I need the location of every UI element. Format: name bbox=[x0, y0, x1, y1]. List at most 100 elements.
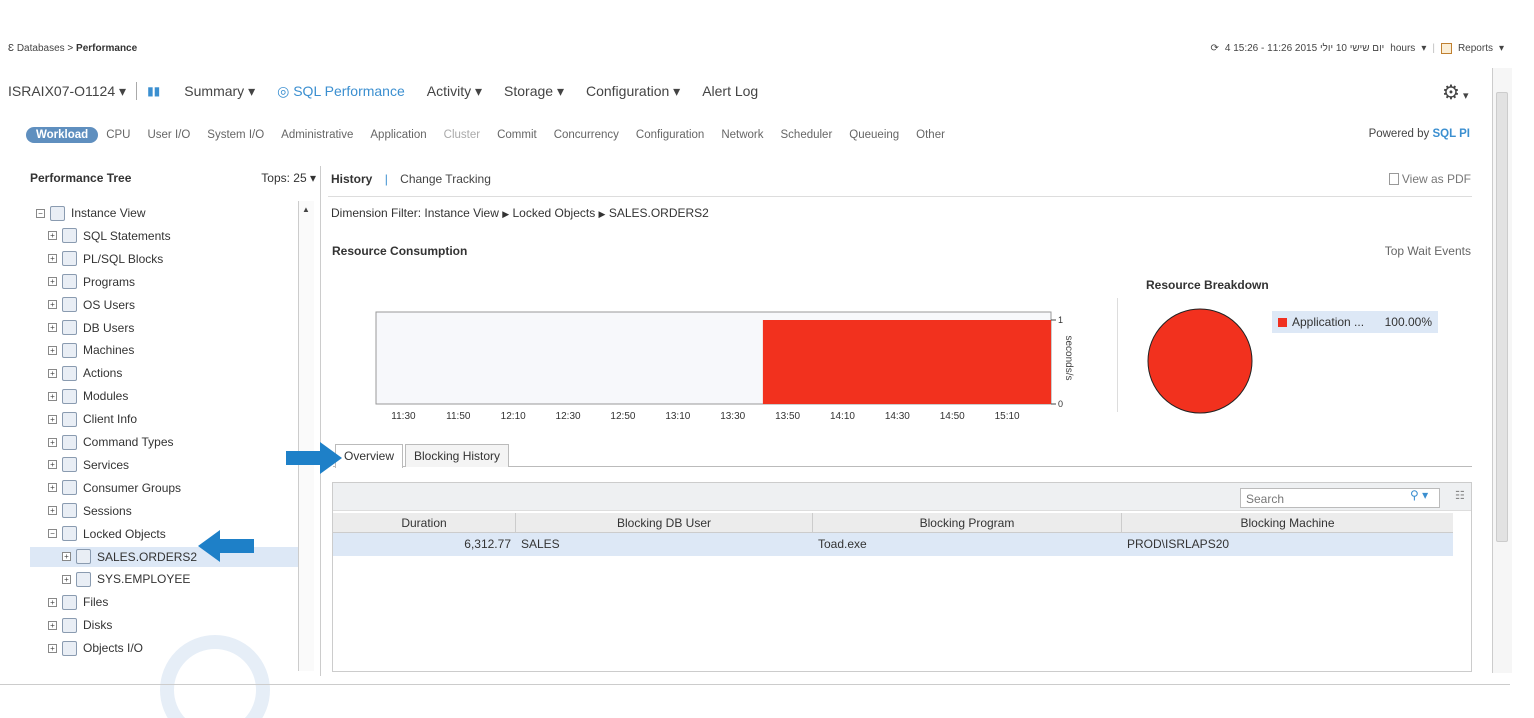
col-duration[interactable]: Duration bbox=[333, 513, 516, 532]
tree-item[interactable]: + Actions bbox=[30, 363, 298, 383]
tab-queueing[interactable]: Queueing bbox=[849, 129, 899, 141]
top-wait-events-link[interactable]: Top Wait Events bbox=[1385, 244, 1471, 258]
search-icon[interactable]: ⚲ ▾ bbox=[1410, 488, 1428, 502]
module-icon bbox=[62, 388, 77, 404]
col-blocking-db-user[interactable]: Blocking DB User bbox=[516, 513, 813, 532]
tree-item[interactable]: − Instance View bbox=[30, 203, 298, 223]
expand-toggle-icon[interactable]: + bbox=[48, 345, 57, 355]
col-blocking-machine[interactable]: Blocking Machine bbox=[1122, 513, 1453, 532]
tree-item[interactable]: + Services bbox=[30, 455, 298, 475]
expand-toggle-icon[interactable]: − bbox=[36, 208, 45, 218]
tree-item[interactable]: + SALES.ORDERS2 bbox=[30, 546, 298, 567]
columns-icon[interactable]: ☷ bbox=[1455, 489, 1465, 502]
breadcrumb-databases[interactable]: Databases bbox=[17, 43, 65, 54]
tree-item[interactable]: + Objects I/O bbox=[30, 638, 298, 658]
expand-toggle-icon[interactable]: + bbox=[48, 277, 57, 287]
expand-toggle-icon[interactable]: + bbox=[48, 437, 57, 447]
tree-item[interactable]: + Disks bbox=[30, 615, 298, 635]
chevron-down-icon[interactable]: ▾ bbox=[1421, 43, 1426, 54]
tab-system-io[interactable]: System I/O bbox=[207, 129, 264, 141]
nav-alert-log[interactable]: Alert Log bbox=[702, 83, 758, 99]
tree-item[interactable]: + Command Types bbox=[30, 432, 298, 452]
pie-legend[interactable]: Application ... 100.00% bbox=[1272, 311, 1438, 333]
tab-user-io[interactable]: User I/O bbox=[147, 129, 190, 141]
tab-workload[interactable]: Workload bbox=[26, 127, 99, 143]
view-as-pdf[interactable]: View as PDF bbox=[1388, 172, 1471, 186]
tree-item-label: DB Users bbox=[83, 320, 135, 335]
panel-divider[interactable] bbox=[320, 166, 321, 676]
tree-item[interactable]: + Programs bbox=[30, 272, 298, 292]
tree-item[interactable]: + Client Info bbox=[30, 409, 298, 429]
expand-toggle-icon[interactable]: + bbox=[48, 414, 57, 424]
expand-toggle-icon[interactable]: + bbox=[48, 254, 57, 264]
expand-toggle-icon[interactable]: + bbox=[48, 483, 57, 493]
nav-activity[interactable]: Activity ▾ bbox=[427, 83, 482, 100]
expand-toggle-icon[interactable]: + bbox=[48, 643, 57, 653]
tree-item[interactable]: + Machines bbox=[30, 340, 298, 360]
gear-icon[interactable]: ⚙ ▾ bbox=[1442, 80, 1469, 105]
expand-toggle-icon[interactable]: − bbox=[48, 529, 57, 539]
expand-toggle-icon[interactable]: + bbox=[48, 460, 57, 470]
stats-icon[interactable]: ▮▮ bbox=[147, 84, 160, 98]
tab-overview[interactable]: Overview bbox=[335, 444, 404, 468]
tree-item[interactable]: + SQL Statements bbox=[30, 226, 298, 246]
tree-item[interactable]: + Modules bbox=[30, 386, 298, 406]
instance-icon bbox=[50, 205, 65, 221]
tab-scheduler[interactable]: Scheduler bbox=[781, 129, 833, 141]
tree-item[interactable]: + PL/SQL Blocks bbox=[30, 249, 298, 269]
filter-instance-view[interactable]: Instance View bbox=[424, 206, 499, 220]
nav-configuration[interactable]: Configuration ▾ bbox=[586, 83, 680, 100]
expand-toggle-icon[interactable]: + bbox=[48, 323, 57, 332]
tree-scrollbar[interactable]: ▲ bbox=[298, 201, 314, 671]
chevron-down-icon[interactable]: ▾ bbox=[1499, 43, 1504, 54]
tab-concurrency[interactable]: Concurrency bbox=[554, 129, 619, 141]
tree-item[interactable]: + SYS.EMPLOYEE bbox=[30, 569, 298, 589]
reports-button[interactable]: Reports bbox=[1458, 43, 1493, 54]
table-row[interactable]: 6,312.77 SALES Toad.exe PROD\ISRLAPS20 bbox=[333, 533, 1453, 556]
expand-toggle-icon[interactable]: + bbox=[48, 300, 57, 310]
callout-arrow-left bbox=[198, 530, 254, 562]
expand-toggle-icon[interactable]: + bbox=[48, 506, 57, 516]
tab-administrative[interactable]: Administrative bbox=[281, 129, 353, 141]
lock-icon bbox=[76, 549, 91, 564]
nav-storage[interactable]: Storage ▾ bbox=[504, 83, 564, 100]
tab-application[interactable]: Application bbox=[370, 129, 426, 141]
refresh-icon[interactable]: ⟳ bbox=[1210, 43, 1218, 54]
expand-toggle-icon[interactable]: + bbox=[48, 368, 57, 378]
history-link[interactable]: History bbox=[331, 172, 372, 186]
tab-cluster[interactable]: Cluster bbox=[444, 129, 480, 141]
tree-item[interactable]: + Sessions bbox=[30, 501, 298, 521]
tab-blocking-history[interactable]: Blocking History bbox=[405, 444, 510, 467]
expand-toggle-icon[interactable]: + bbox=[62, 574, 71, 584]
tab-commit[interactable]: Commit bbox=[497, 129, 537, 141]
tree-item[interactable]: + Consumer Groups bbox=[30, 478, 298, 498]
change-tracking-link[interactable]: Change Tracking bbox=[400, 172, 491, 186]
time-range-unit[interactable]: hours bbox=[1390, 43, 1415, 54]
expand-toggle-icon[interactable]: + bbox=[48, 391, 57, 401]
filter-locked-objects[interactable]: Locked Objects bbox=[512, 206, 595, 220]
tab-configuration[interactable]: Configuration bbox=[636, 129, 704, 141]
filter-sales-orders2[interactable]: SALES.ORDERS2 bbox=[609, 206, 709, 220]
expand-toggle-icon[interactable]: + bbox=[48, 231, 57, 241]
tab-network[interactable]: Network bbox=[721, 129, 763, 141]
nav-summary[interactable]: Summary ▾ bbox=[184, 83, 255, 100]
instance-selector[interactable]: ISRAIX07-O1124 ▾ bbox=[8, 83, 126, 100]
tree-item[interactable]: + OS Users bbox=[30, 295, 298, 315]
tab-cpu[interactable]: CPU bbox=[106, 129, 130, 141]
tops-selector[interactable]: Tops: 25 ▾ bbox=[261, 171, 316, 185]
expand-toggle-icon[interactable]: + bbox=[48, 597, 57, 607]
tree-item[interactable]: + DB Users bbox=[30, 318, 298, 338]
expand-toggle-icon[interactable]: + bbox=[62, 552, 71, 561]
x-tick-label: 14:10 bbox=[830, 411, 855, 422]
page-scroll-thumb[interactable] bbox=[1496, 92, 1508, 542]
tree-item[interactable]: + Files bbox=[30, 592, 298, 612]
tab-other[interactable]: Other bbox=[916, 129, 945, 141]
tree-item[interactable]: − Locked Objects bbox=[30, 524, 298, 544]
tree-item-label: Files bbox=[83, 595, 109, 610]
scroll-up-icon[interactable]: ▲ bbox=[302, 205, 310, 214]
nav-sql-performance[interactable]: ◎ SQL Performance bbox=[277, 83, 405, 100]
col-blocking-program[interactable]: Blocking Program bbox=[813, 513, 1122, 532]
series-area-0[interactable] bbox=[762, 320, 1051, 404]
expand-toggle-icon[interactable]: + bbox=[48, 620, 57, 630]
pie-slice-application[interactable] bbox=[1147, 308, 1253, 414]
